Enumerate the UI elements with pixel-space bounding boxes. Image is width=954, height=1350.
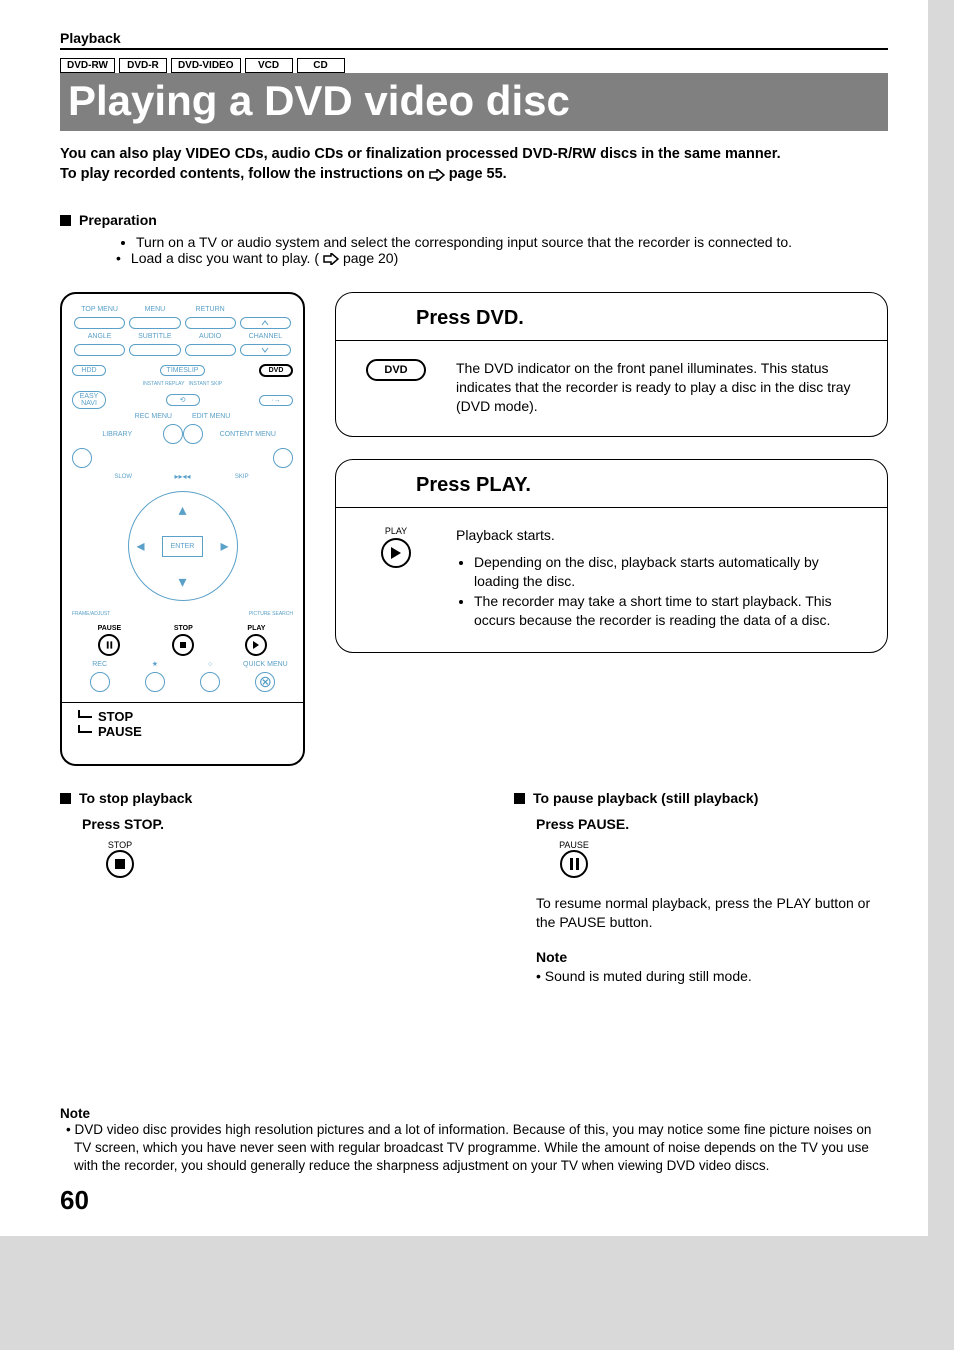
square-bullet-icon: [60, 215, 71, 226]
badge-vcd: VCD: [245, 58, 293, 73]
play-button-icon: [381, 538, 411, 568]
play-button: [245, 634, 267, 656]
pause-button-icon: [560, 850, 588, 878]
footnote-head: Note: [60, 1106, 888, 1121]
page-title: Playing a DVD video disc: [60, 73, 888, 131]
library-button: [72, 448, 92, 468]
prep-item-2: Load a disc you want to play. ( page 20): [116, 250, 888, 266]
remote-button: [145, 672, 165, 692]
pause-resume-text: To resume normal playback, press the PLA…: [536, 894, 888, 932]
quick-menu-button: ⊗: [255, 672, 275, 692]
square-bullet-icon: [514, 793, 525, 804]
pause-heading: To pause playback (still playback): [533, 790, 758, 806]
step-2-bullet-2: The recorder may take a short time to st…: [474, 592, 867, 630]
remote-button: [185, 317, 236, 329]
play-label: PLAY: [385, 526, 407, 536]
remote-button: [240, 317, 291, 329]
subtitle-icon: [129, 344, 180, 356]
pause-note-body: • Sound is muted during still mode.: [536, 967, 888, 986]
dvd-button: DVD: [259, 364, 293, 377]
remote-button: [163, 424, 183, 444]
stop-button: [172, 634, 194, 656]
arrow-icon: [323, 252, 339, 264]
pause-button: [98, 634, 120, 656]
remote-button: [200, 672, 220, 692]
arrow-icon: [429, 168, 445, 180]
step-2-bullet-1: Depending on the disc, playback starts a…: [474, 553, 867, 591]
preparation-heading: Preparation: [79, 212, 157, 228]
manual-page: Playback DVD-RW DVD-R DVD-VIDEO VCD CD P…: [0, 0, 928, 1236]
footnote: Note • DVD video disc provides high reso…: [60, 1106, 888, 1176]
pause-note-head: Note: [536, 948, 888, 967]
badge-dvd-video: DVD-VIDEO: [171, 58, 241, 73]
enter-button: ENTER: [162, 536, 204, 557]
forward-icon: ◂◂: [183, 472, 191, 481]
pause-section: To pause playback (still playback) Press…: [514, 790, 888, 986]
intro-line2a: To play recorded contents, follow the in…: [60, 165, 425, 185]
intro-line1: You can also play VIDEO CDs, audio CDs o…: [60, 145, 888, 165]
remote-diagram: TOP MENU MENU RETURN ANGLE SUBTITLE: [60, 292, 305, 766]
audio-icon: [185, 344, 236, 356]
remote-button: [183, 424, 203, 444]
instant-skip-button: ·→: [259, 395, 293, 406]
pause-sub: Press PAUSE.: [536, 816, 888, 832]
badge-cd: CD: [297, 58, 345, 73]
hdd-button: HDD: [72, 365, 106, 376]
pause-label: PAUSE: [559, 840, 589, 850]
step-1-box: Press DVD. DVD The DVD indicator on the …: [335, 292, 888, 437]
stop-heading: To stop playback: [79, 790, 192, 806]
chevron-down-icon: [261, 347, 269, 353]
step-2-lead: Playback starts.: [456, 526, 867, 545]
dvd-button-icon: DVD: [366, 359, 425, 381]
rec-button: [90, 672, 110, 692]
stop-button-icon: [106, 850, 134, 878]
up-icon: ▴: [178, 500, 186, 520]
disc-type-badges: DVD-RW DVD-R DVD-VIDEO VCD CD: [60, 58, 888, 73]
easy-navi-button: EASY NAVI: [72, 391, 106, 409]
square-bullet-icon: [60, 793, 71, 804]
divider: [60, 48, 888, 50]
step-1-title: Press DVD.: [416, 307, 867, 330]
stop-label: STOP: [108, 840, 132, 850]
badge-dvd-rw: DVD-RW: [60, 58, 115, 73]
section-header: Playback: [60, 30, 888, 46]
stop-section: To stop playback Press STOP. STOP: [60, 790, 434, 986]
pause-label: PAUSE: [98, 724, 142, 739]
instant-replay-button: ⟲: [166, 394, 200, 406]
remote-button: [74, 317, 125, 329]
preparation-list: Turn on a TV or audio system and select …: [82, 234, 888, 266]
step-2-box: Press PLAY. PLAY Playback starts. Depend…: [335, 459, 888, 653]
down-icon: ▾: [178, 572, 186, 592]
timeslip-button: TIMESLIP: [160, 365, 206, 376]
intro-line2b: page 55.: [449, 165, 507, 185]
step-1-text: The DVD indicator on the front panel ill…: [456, 359, 867, 416]
content-menu-button: [273, 448, 293, 468]
right-icon: ▸: [220, 536, 228, 556]
intro-text: You can also play VIDEO CDs, audio CDs o…: [60, 145, 888, 184]
stop-sub: Press STOP.: [82, 816, 434, 832]
step-2-title: Press PLAY.: [416, 474, 867, 497]
stop-label: STOP: [98, 709, 133, 724]
angle-icon: [74, 344, 125, 356]
chevron-up-icon: [261, 320, 269, 326]
remote-button: [129, 317, 180, 329]
prep-item-1: Turn on a TV or audio system and select …: [136, 234, 888, 250]
page-number: 60: [60, 1185, 888, 1216]
direction-pad: ▴ ▾ ◂ ▸ ENTER: [128, 491, 238, 601]
rewind-icon: ▸▸: [174, 472, 182, 481]
footnote-body: • DVD video disc provides high resolutio…: [74, 1121, 888, 1176]
left-icon: ◂: [137, 536, 145, 556]
remote-button: [240, 344, 291, 356]
badge-dvd-r: DVD-R: [119, 58, 167, 73]
